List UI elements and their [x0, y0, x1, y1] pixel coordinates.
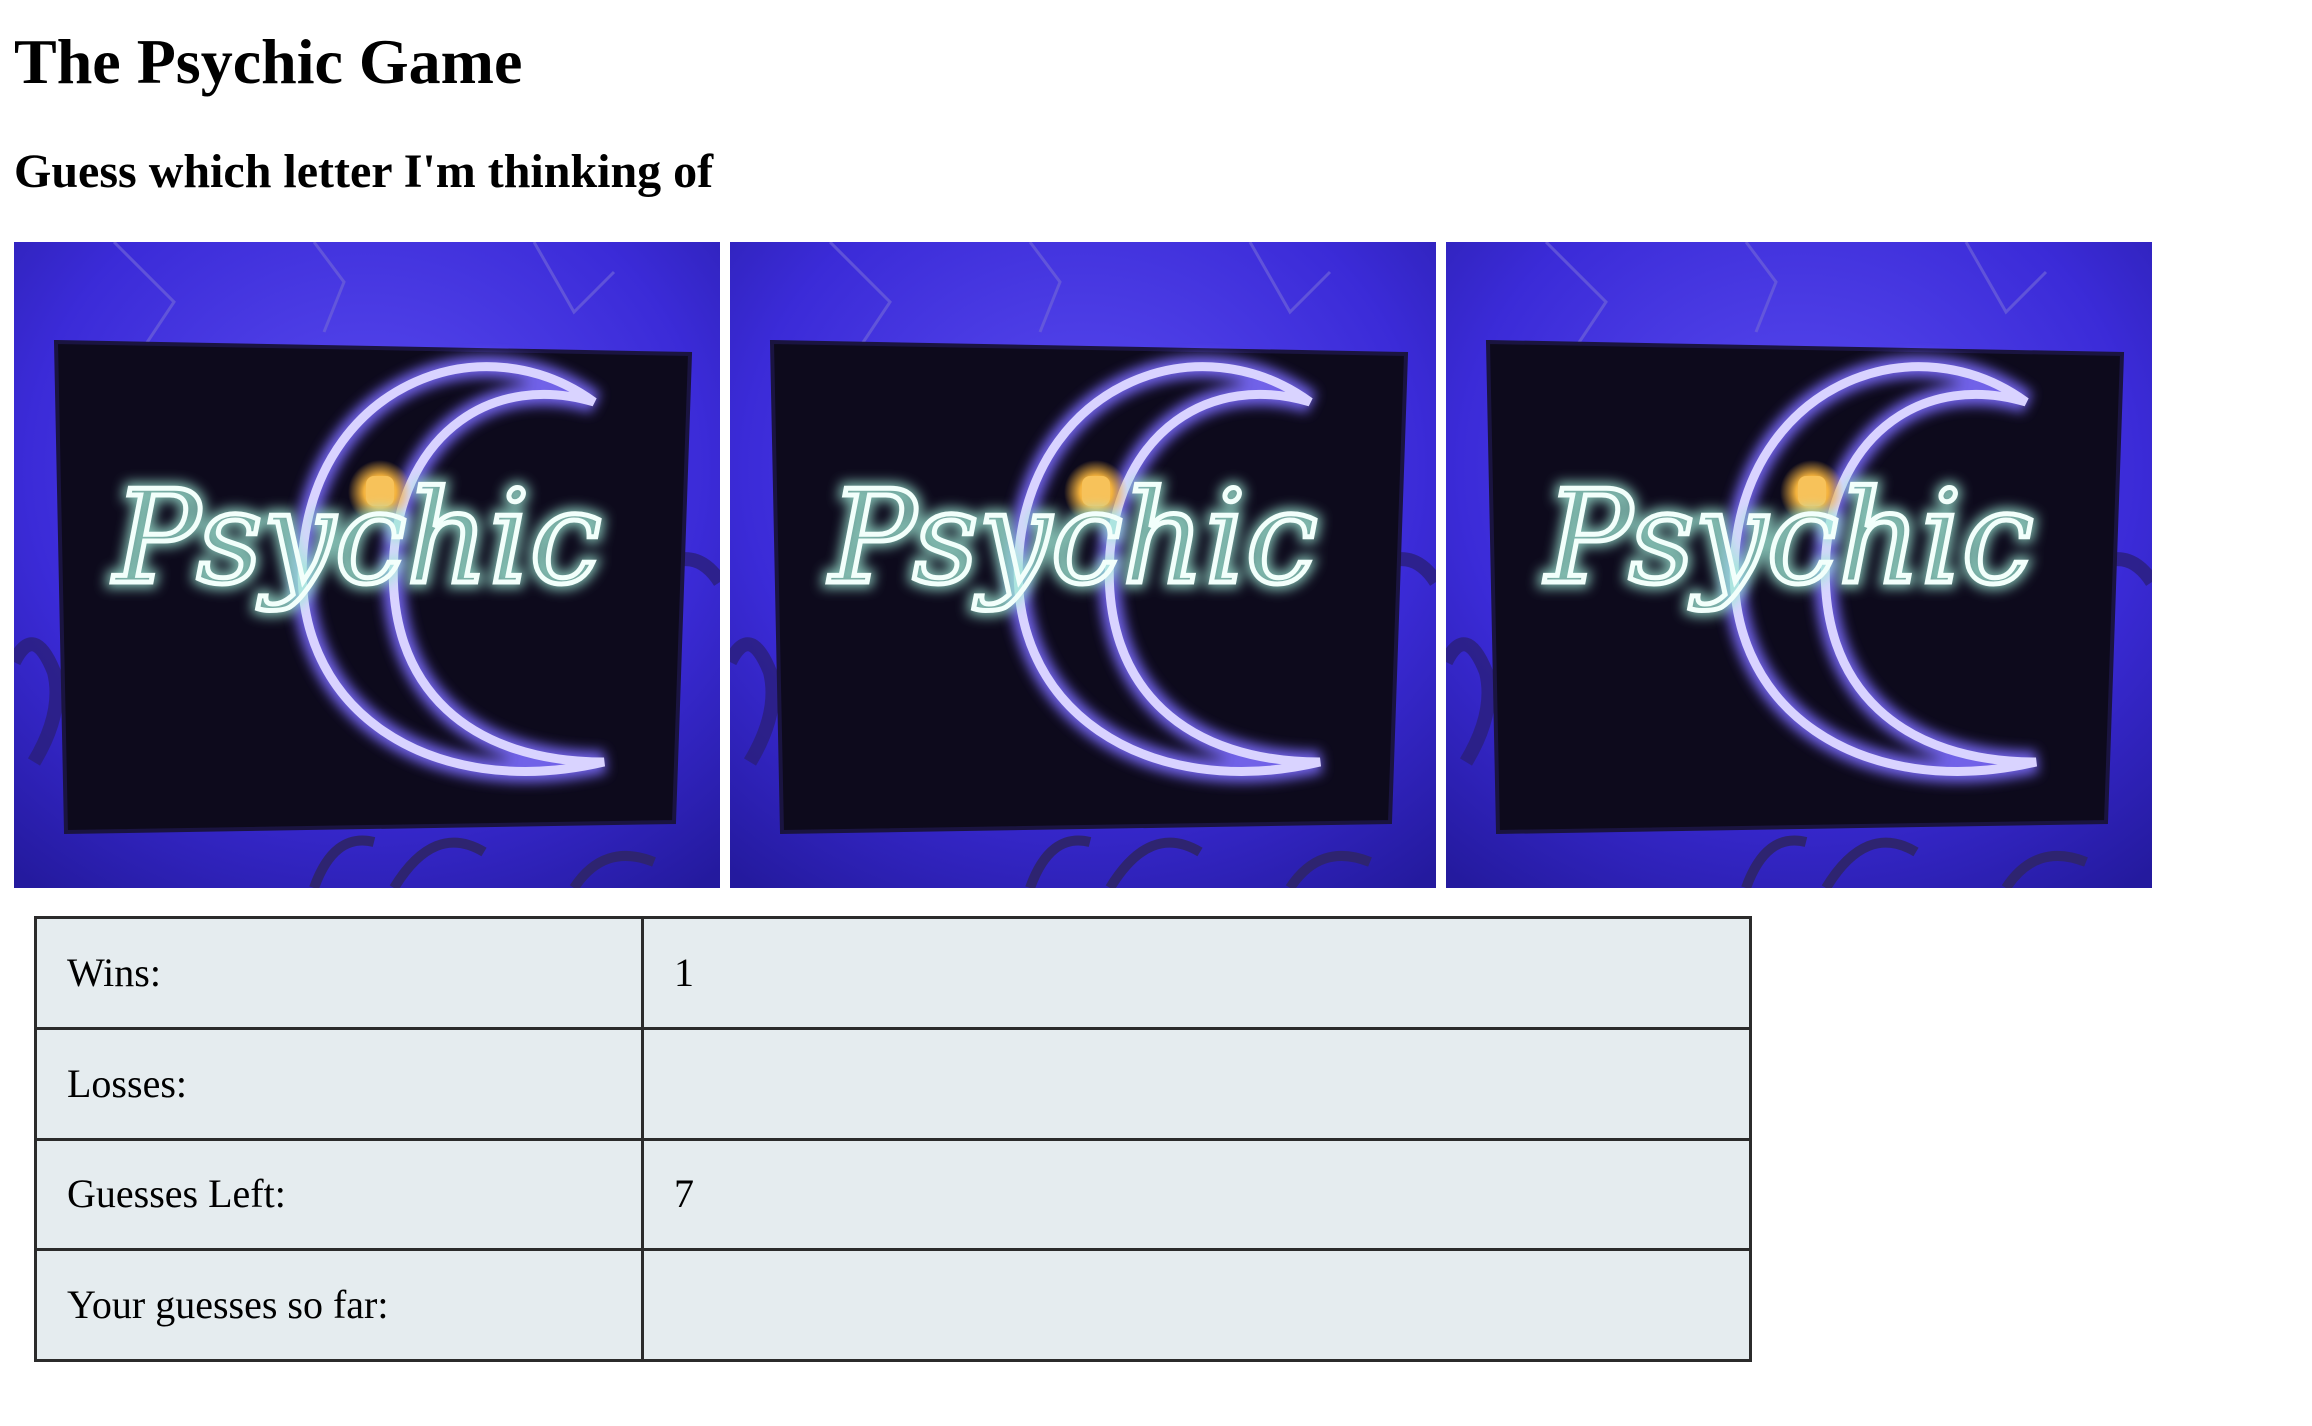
- guesses-left-label: Guesses Left:: [34, 1137, 644, 1252]
- page-subtitle: Guess which letter I'm thinking of: [14, 145, 714, 198]
- image-row: [14, 242, 2154, 888]
- losses-value: [641, 1026, 1752, 1141]
- wins-label: Wins:: [34, 916, 644, 1030]
- psychic-neon-image: [730, 242, 1436, 888]
- guesses-left-value: 7: [641, 1137, 1752, 1252]
- psychic-neon-image: [14, 242, 720, 888]
- psychic-neon-image: [1446, 242, 2152, 888]
- losses-label: Losses:: [34, 1026, 644, 1141]
- score-table: Wins: 1 Losses: Guesses Left: 7 Your gue…: [34, 916, 1752, 1362]
- guesses-so-far-label: Your guesses so far:: [34, 1248, 644, 1362]
- guesses-left-row: Guesses Left: 7: [34, 1137, 1752, 1252]
- losses-row: Losses:: [34, 1026, 1752, 1141]
- guesses-so-far-value: [641, 1248, 1752, 1362]
- wins-value: 1: [641, 916, 1752, 1030]
- guesses-so-far-row: Your guesses so far:: [34, 1248, 1752, 1362]
- wins-row: Wins: 1: [34, 916, 1752, 1030]
- page-title: The Psychic Game: [14, 26, 523, 97]
